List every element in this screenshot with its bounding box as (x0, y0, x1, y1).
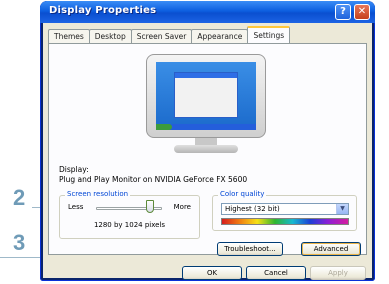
callout-number-2: 2 (13, 185, 26, 210)
resolution-value: 1280 by 1024 pixels (93, 221, 166, 229)
monitor-base (174, 145, 238, 153)
monitor-neck (195, 138, 217, 145)
troubleshoot-button[interactable]: Troubleshoot... (217, 242, 283, 256)
color-spectrum-bar (221, 218, 349, 225)
color-quality-value: Highest (32 bit) (225, 205, 280, 213)
tab-strip: Themes Desktop Screen Saver Appearance S… (48, 26, 291, 43)
tab-desktop[interactable]: Desktop (88, 29, 132, 43)
monitor-preview-icon (146, 54, 266, 155)
callout-number-3: 3 (13, 230, 26, 255)
title-bar[interactable]: Display Properties ? ✕ (40, 1, 375, 23)
display-label: Display: (59, 165, 89, 174)
window-title: Display Properties (49, 5, 157, 16)
color-quality-legend: Color quality (218, 190, 267, 198)
display-device-name: Plug and Play Monitor on NVIDIA GeForce … (59, 175, 248, 184)
dialog-body: Themes Desktop Screen Saver Appearance S… (43, 23, 372, 280)
tab-screen-saver[interactable]: Screen Saver (130, 29, 193, 43)
ok-button[interactable]: OK (182, 266, 242, 280)
help-button[interactable]: ? (335, 4, 351, 20)
tab-appearance[interactable]: Appearance (191, 29, 249, 43)
screen-resolution-legend: Screen resolution (65, 190, 131, 198)
color-quality-select[interactable]: Highest (32 bit) ▼ (221, 203, 349, 215)
cancel-button[interactable]: Cancel (246, 266, 306, 280)
apply-button[interactable]: Apply (310, 266, 366, 280)
settings-panel: Display: Plug and Play Monitor on NVIDIA… (48, 43, 367, 255)
less-label: Less (68, 203, 84, 211)
preview-window (174, 72, 238, 118)
screen-resolution-group: Screen resolution Less More 1280 by 1024… (59, 190, 200, 239)
tab-themes[interactable]: Themes (48, 29, 90, 43)
close-button[interactable]: ✕ (354, 4, 370, 20)
display-properties-window: Display Properties ? ✕ Themes Desktop Sc… (40, 1, 375, 281)
more-label: More (173, 203, 191, 211)
resolution-slider-thumb[interactable] (146, 200, 154, 213)
chevron-down-icon[interactable]: ▼ (336, 204, 348, 214)
color-quality-group: Color quality Highest (32 bit) ▼ (212, 190, 357, 231)
monitor-bezel (146, 54, 266, 138)
preview-taskbar (156, 124, 256, 130)
advanced-button[interactable]: Advanced (301, 242, 361, 256)
tab-settings[interactable]: Settings (247, 26, 291, 43)
monitor-screen (156, 62, 256, 130)
